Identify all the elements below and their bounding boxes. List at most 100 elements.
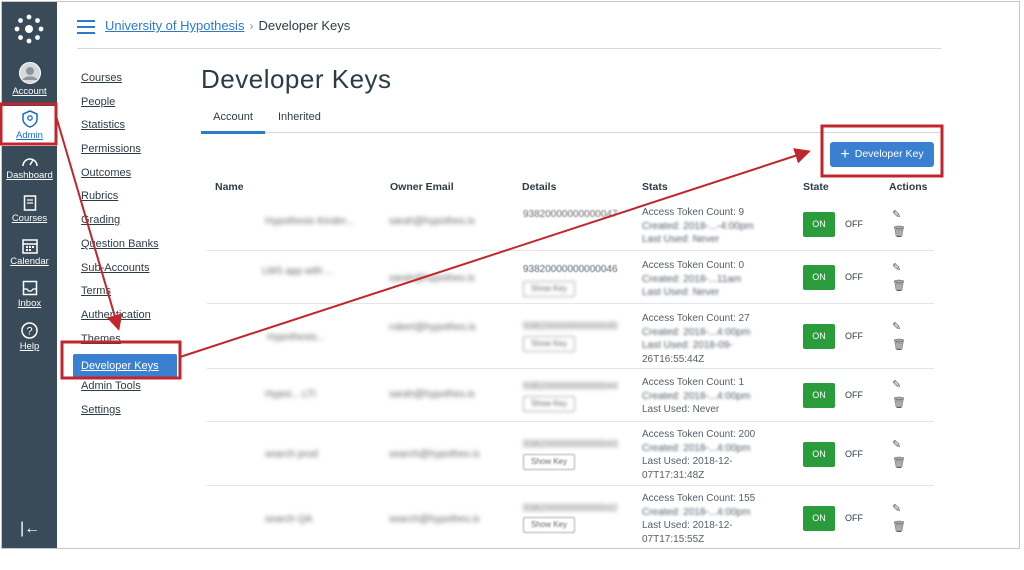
state-on-button[interactable]: ON [803, 383, 835, 408]
subnav-question-banks[interactable]: Question Banks [81, 236, 185, 260]
state-off-button[interactable]: OFF [845, 390, 863, 400]
global-nav-courses[interactable]: Courses [2, 195, 57, 224]
breadcrumb-separator: › [249, 19, 254, 33]
trash-icon[interactable]: 🗑 [892, 456, 906, 469]
hamburger-menu-icon[interactable] [77, 20, 95, 34]
tab-inherited[interactable]: Inherited [278, 111, 321, 123]
calendar-icon [21, 239, 38, 254]
key-stats: Access Token Count: 0 Created: 2018-...1… [642, 259, 744, 300]
key-id: 93820000000000043 [523, 439, 618, 450]
edit-pencil-icon[interactable]: ✎ [892, 320, 901, 333]
state-off-button[interactable]: OFF [845, 272, 863, 282]
plus-icon: + [840, 146, 850, 163]
subnav-sub-accounts[interactable]: Sub-Accounts [81, 260, 185, 284]
stat-created: Created: 2018-...4:00pm [642, 506, 751, 518]
global-nav-dashboard[interactable]: Dashboard [2, 154, 57, 181]
global-nav-admin[interactable]: Admin [2, 106, 57, 146]
state-off-button[interactable]: OFF [845, 449, 863, 459]
edit-pencil-icon[interactable]: ✎ [892, 208, 901, 221]
column-header-email: Owner Email [390, 181, 454, 193]
breadcrumb-current: Developer Keys [258, 18, 351, 33]
canvas-logo-icon[interactable] [14, 14, 44, 44]
state-off-button[interactable]: OFF [845, 331, 863, 341]
trash-icon[interactable]: 🗑 [892, 279, 906, 292]
subnav-permissions[interactable]: Permissions [81, 141, 185, 165]
table-row: Hypothesis Kinder... sarah@hypothes.is 9… [207, 199, 934, 251]
global-nav-account[interactable]: Account [2, 62, 57, 97]
state-on-button[interactable]: ON [803, 265, 835, 290]
owner-email: sarah@hypothes.is [389, 216, 475, 227]
state-on-button[interactable]: ON [803, 442, 835, 467]
key-stats: Access Token Count: 155 Created: 2018-..… [642, 492, 755, 546]
subnav-authentication[interactable]: Authentication [81, 307, 185, 331]
stat-last-used: Last Used: 2018-09- [642, 340, 733, 351]
subnav-courses[interactable]: Courses [81, 70, 185, 94]
key-stats: Access Token Count: 27 Created: 2018-...… [642, 312, 750, 366]
edit-pencil-icon[interactable]: ✎ [892, 502, 901, 515]
key-name: LMS app with ... [262, 266, 334, 277]
subnav-terms[interactable]: Terms [81, 283, 185, 307]
edit-pencil-icon[interactable]: ✎ [892, 378, 901, 391]
edit-pencil-icon[interactable]: ✎ [892, 261, 901, 274]
table-row: search QA search@hypothes.is 93820000000… [207, 486, 934, 548]
tab-account[interactable]: Account [201, 111, 265, 134]
stat-token-count: Access Token Count: 9 [642, 207, 745, 218]
breadcrumb-root-link[interactable]: University of Hypothesis [105, 18, 244, 33]
column-header-stats: Stats [642, 181, 668, 193]
owner-email: sarah@hypothes.is [389, 273, 475, 284]
trash-icon[interactable]: 🗑 [892, 520, 906, 533]
key-name: Hypot... LTI [265, 389, 316, 400]
column-header-name: Name [215, 181, 244, 193]
table-row: LMS app with ... sarah@hypothes.is 93820… [207, 251, 934, 304]
subnav-developer-keys[interactable]: Developer Keys [73, 354, 177, 379]
trash-icon[interactable]: 🗑 [892, 396, 906, 409]
add-developer-key-button[interactable]: + Developer Key [830, 142, 934, 167]
global-nav-help[interactable]: ? Help [2, 322, 57, 352]
trash-icon[interactable]: 🗑 [892, 225, 906, 238]
account-sub-nav: Courses People Statistics Permissions Ou… [73, 70, 185, 426]
state-off-button[interactable]: OFF [845, 219, 863, 229]
book-icon [23, 195, 36, 211]
key-id: 93820000000000045 [523, 321, 618, 332]
subnav-grading[interactable]: Grading [81, 212, 185, 236]
subnav-themes[interactable]: Themes [81, 331, 185, 355]
subnav-admin-tools[interactable]: Admin Tools [81, 378, 185, 402]
subnav-outcomes[interactable]: Outcomes [81, 165, 185, 189]
subnav-rubrics[interactable]: Rubrics [81, 188, 185, 212]
show-key-button[interactable]: Show Key [523, 396, 575, 412]
global-nav-label: Dashboard [6, 170, 53, 181]
key-name: search QA [265, 514, 313, 525]
stat-token-count: Access Token Count: 200 [642, 429, 756, 440]
state-off-button[interactable]: OFF [845, 513, 863, 523]
global-nav-inbox[interactable]: Inbox [2, 280, 57, 309]
svg-text:?: ? [26, 326, 32, 338]
show-key-button[interactable]: Show Key [523, 336, 575, 352]
show-key-button[interactable]: Show Key [523, 454, 575, 470]
collapse-nav-icon[interactable]: |← [20, 520, 40, 538]
column-header-state: State [803, 181, 829, 193]
trash-icon[interactable]: 🗑 [892, 338, 906, 351]
state-on-button[interactable]: ON [803, 212, 835, 237]
subnav-statistics[interactable]: Statistics [81, 117, 185, 141]
key-id: 93820000000000047 [523, 209, 618, 220]
subnav-people[interactable]: People [81, 94, 185, 118]
state-on-button[interactable]: ON [803, 506, 835, 531]
stat-last-used: Last Used: 2018-12- [642, 520, 733, 531]
canvas-window: Account Admin Dashboard Courses Calendar… [1, 1, 1020, 549]
question-icon: ? [21, 322, 38, 339]
show-key-button[interactable]: Show Key [523, 281, 575, 297]
key-stats: Access Token Count: 1 Created: 2018-...4… [642, 376, 750, 417]
stat-token-count: Access Token Count: 155 [642, 493, 756, 504]
state-on-button[interactable]: ON [803, 324, 835, 349]
key-name: Hypothesis... [267, 332, 325, 343]
key-name: Hypothesis Kinder... [265, 216, 354, 227]
show-key-button[interactable]: Show Key [523, 517, 575, 533]
global-nav-label: Calendar [10, 256, 49, 267]
edit-pencil-icon[interactable]: ✎ [892, 438, 901, 451]
global-nav-calendar[interactable]: Calendar [2, 238, 57, 267]
stat-last-used: Last Used: Never [642, 287, 720, 298]
subnav-settings[interactable]: Settings [81, 402, 185, 426]
screenshot-frame: Account Admin Dashboard Courses Calendar… [0, 0, 1024, 570]
stat-last-used-time: 07T17:15:55Z [642, 533, 705, 545]
table-row: Hypot... LTI sarah@hypothes.is 938200000… [207, 369, 934, 422]
